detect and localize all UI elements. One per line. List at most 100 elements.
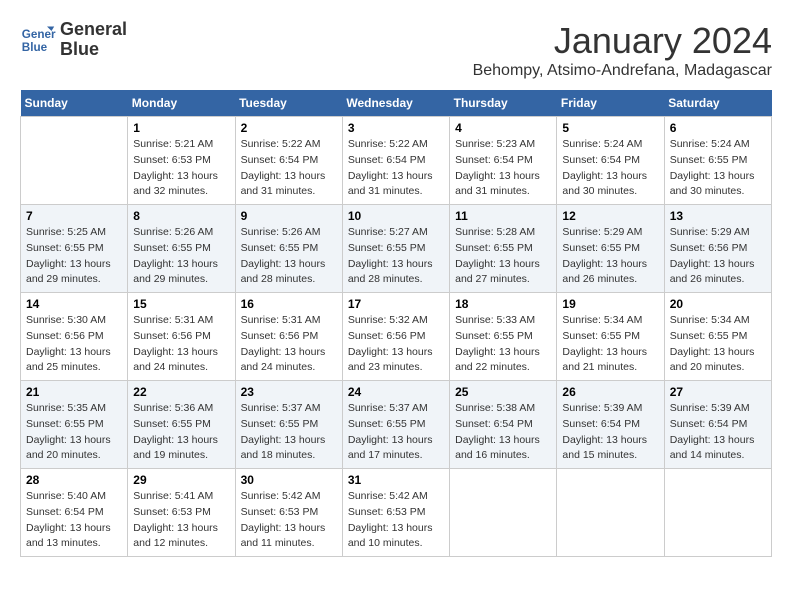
day-number: 5 (562, 121, 658, 135)
day-number: 6 (670, 121, 766, 135)
day-number: 7 (26, 209, 122, 223)
week-row-1: 1 Sunrise: 5:21 AMSunset: 6:53 PMDaylight… (21, 117, 772, 205)
day-number: 2 (241, 121, 337, 135)
calendar-cell: 29 Sunrise: 5:41 AMSunset: 6:53 PMDayligh… (128, 469, 235, 557)
day-info: Sunrise: 5:32 AMSunset: 6:56 PMDaylight:… (348, 313, 444, 376)
calendar-cell: 7 Sunrise: 5:25 AMSunset: 6:55 PMDaylight… (21, 205, 128, 293)
weekday-thursday: Thursday (450, 90, 557, 117)
calendar-cell: 11 Sunrise: 5:28 AMSunset: 6:55 PMDayligh… (450, 205, 557, 293)
week-row-5: 28 Sunrise: 5:40 AMSunset: 6:54 PMDayligh… (21, 469, 772, 557)
calendar-cell: 31 Sunrise: 5:42 AMSunset: 6:53 PMDayligh… (342, 469, 449, 557)
day-number: 24 (348, 385, 444, 399)
svg-text:Blue: Blue (22, 41, 48, 54)
weekday-wednesday: Wednesday (342, 90, 449, 117)
week-row-3: 14Sunrise: 5:30 AMSunset: 6:56 PMDayligh… (21, 293, 772, 381)
day-number: 17 (348, 297, 444, 311)
day-info: Sunrise: 5:22 AMSunset: 6:54 PMDaylight:… (241, 137, 337, 200)
day-info: Sunrise: 5:34 AMSunset: 6:55 PMDaylight:… (562, 313, 658, 376)
weekday-monday: Monday (128, 90, 235, 117)
calendar-cell (664, 469, 771, 557)
day-info: Sunrise: 5:28 AMSunset: 6:55 PMDaylight:… (455, 225, 551, 288)
day-info: Sunrise: 5:41 AMSunset: 6:53 PMDaylight:… (133, 489, 229, 552)
calendar-cell (557, 469, 664, 557)
day-info: Sunrise: 5:42 AMSunset: 6:53 PMDaylight:… (348, 489, 444, 552)
calendar-cell: 15Sunrise: 5:31 AMSunset: 6:56 PMDayligh… (128, 293, 235, 381)
calendar-cell: 24 Sunrise: 5:37 AMSunset: 6:55 PMDayligh… (342, 381, 449, 469)
day-number: 29 (133, 473, 229, 487)
day-number: 28 (26, 473, 122, 487)
title-area: January 2024 Behompy, Atsimo-Andrefana, … (473, 20, 772, 80)
calendar-cell: 10Sunrise: 5:27 AMSunset: 6:55 PMDayligh… (342, 205, 449, 293)
day-number: 3 (348, 121, 444, 135)
day-info: Sunrise: 5:37 AMSunset: 6:55 PMDaylight:… (241, 401, 337, 464)
logo-text: General Blue (60, 20, 127, 60)
day-number: 1 (133, 121, 229, 135)
day-info: Sunrise: 5:24 AMSunset: 6:54 PMDaylight:… (562, 137, 658, 200)
calendar-cell: 14Sunrise: 5:30 AMSunset: 6:56 PMDayligh… (21, 293, 128, 381)
day-number: 22 (133, 385, 229, 399)
calendar-cell: 20Sunrise: 5:34 AMSunset: 6:55 PMDayligh… (664, 293, 771, 381)
day-info: Sunrise: 5:29 AMSunset: 6:55 PMDaylight:… (562, 225, 658, 288)
day-info: Sunrise: 5:35 AMSunset: 6:55 PMDaylight:… (26, 401, 122, 464)
calendar-cell: 4Sunrise: 5:23 AMSunset: 6:54 PMDaylight… (450, 117, 557, 205)
day-number: 23 (241, 385, 337, 399)
calendar-cell: 6 Sunrise: 5:24 AMSunset: 6:55 PMDaylight… (664, 117, 771, 205)
day-info: Sunrise: 5:40 AMSunset: 6:54 PMDaylight:… (26, 489, 122, 552)
day-number: 16 (241, 297, 337, 311)
day-number: 15 (133, 297, 229, 311)
weekday-friday: Friday (557, 90, 664, 117)
logo-line1: General (60, 20, 127, 40)
logo-icon: General Blue (20, 22, 56, 58)
calendar-cell: 26Sunrise: 5:39 AMSunset: 6:54 PMDayligh… (557, 381, 664, 469)
day-info: Sunrise: 5:24 AMSunset: 6:55 PMDaylight:… (670, 137, 766, 200)
location-title: Behompy, Atsimo-Andrefana, Madagascar (473, 62, 772, 80)
day-info: Sunrise: 5:36 AMSunset: 6:55 PMDaylight:… (133, 401, 229, 464)
day-info: Sunrise: 5:31 AMSunset: 6:56 PMDaylight:… (241, 313, 337, 376)
day-info: Sunrise: 5:29 AMSunset: 6:56 PMDaylight:… (670, 225, 766, 288)
day-info: Sunrise: 5:21 AMSunset: 6:53 PMDaylight:… (133, 137, 229, 200)
logo: General Blue General Blue (20, 20, 127, 60)
day-info: Sunrise: 5:39 AMSunset: 6:54 PMDaylight:… (562, 401, 658, 464)
calendar-cell: 17 Sunrise: 5:32 AMSunset: 6:56 PMDayligh… (342, 293, 449, 381)
calendar-cell: 21 Sunrise: 5:35 AMSunset: 6:55 PMDayligh… (21, 381, 128, 469)
calendar-cell: 5 Sunrise: 5:24 AMSunset: 6:54 PMDaylight… (557, 117, 664, 205)
calendar-cell: 19 Sunrise: 5:34 AMSunset: 6:55 PMDayligh… (557, 293, 664, 381)
calendar-cell: 27Sunrise: 5:39 AMSunset: 6:54 PMDayligh… (664, 381, 771, 469)
calendar-body: 1 Sunrise: 5:21 AMSunset: 6:53 PMDaylight… (21, 117, 772, 557)
day-info: Sunrise: 5:23 AMSunset: 6:54 PMDaylight:… (455, 137, 551, 200)
day-info: Sunrise: 5:25 AMSunset: 6:55 PMDaylight:… (26, 225, 122, 288)
calendar-cell: 18 Sunrise: 5:33 AMSunset: 6:55 PMDayligh… (450, 293, 557, 381)
day-number: 9 (241, 209, 337, 223)
calendar-cell: 9 Sunrise: 5:26 AMSunset: 6:55 PMDaylight… (235, 205, 342, 293)
calendar-cell: 13Sunrise: 5:29 AMSunset: 6:56 PMDayligh… (664, 205, 771, 293)
day-info: Sunrise: 5:34 AMSunset: 6:55 PMDaylight:… (670, 313, 766, 376)
calendar-cell (450, 469, 557, 557)
calendar-cell: 8 Sunrise: 5:26 AMSunset: 6:55 PMDaylight… (128, 205, 235, 293)
day-number: 8 (133, 209, 229, 223)
logo-line2: Blue (60, 40, 127, 60)
weekday-header-row: SundayMondayTuesdayWednesdayThursdayFrid… (21, 90, 772, 117)
day-number: 18 (455, 297, 551, 311)
day-number: 31 (348, 473, 444, 487)
weekday-saturday: Saturday (664, 90, 771, 117)
day-info: Sunrise: 5:39 AMSunset: 6:54 PMDaylight:… (670, 401, 766, 464)
calendar-cell: 30 Sunrise: 5:42 AMSunset: 6:53 PMDayligh… (235, 469, 342, 557)
day-info: Sunrise: 5:42 AMSunset: 6:53 PMDaylight:… (241, 489, 337, 552)
month-title: January 2024 (473, 20, 772, 62)
day-number: 19 (562, 297, 658, 311)
day-number: 11 (455, 209, 551, 223)
calendar-cell: 16 Sunrise: 5:31 AMSunset: 6:56 PMDayligh… (235, 293, 342, 381)
day-info: Sunrise: 5:26 AMSunset: 6:55 PMDaylight:… (241, 225, 337, 288)
day-info: Sunrise: 5:22 AMSunset: 6:54 PMDaylight:… (348, 137, 444, 200)
day-number: 30 (241, 473, 337, 487)
day-info: Sunrise: 5:27 AMSunset: 6:55 PMDaylight:… (348, 225, 444, 288)
day-info: Sunrise: 5:37 AMSunset: 6:55 PMDaylight:… (348, 401, 444, 464)
day-info: Sunrise: 5:30 AMSunset: 6:56 PMDaylight:… (26, 313, 122, 376)
header: General Blue General Blue January 2024 B… (20, 20, 772, 80)
day-number: 21 (26, 385, 122, 399)
weekday-sunday: Sunday (21, 90, 128, 117)
calendar-cell: 23 Sunrise: 5:37 AMSunset: 6:55 PMDayligh… (235, 381, 342, 469)
day-info: Sunrise: 5:26 AMSunset: 6:55 PMDaylight:… (133, 225, 229, 288)
day-info: Sunrise: 5:33 AMSunset: 6:55 PMDaylight:… (455, 313, 551, 376)
day-number: 25 (455, 385, 551, 399)
